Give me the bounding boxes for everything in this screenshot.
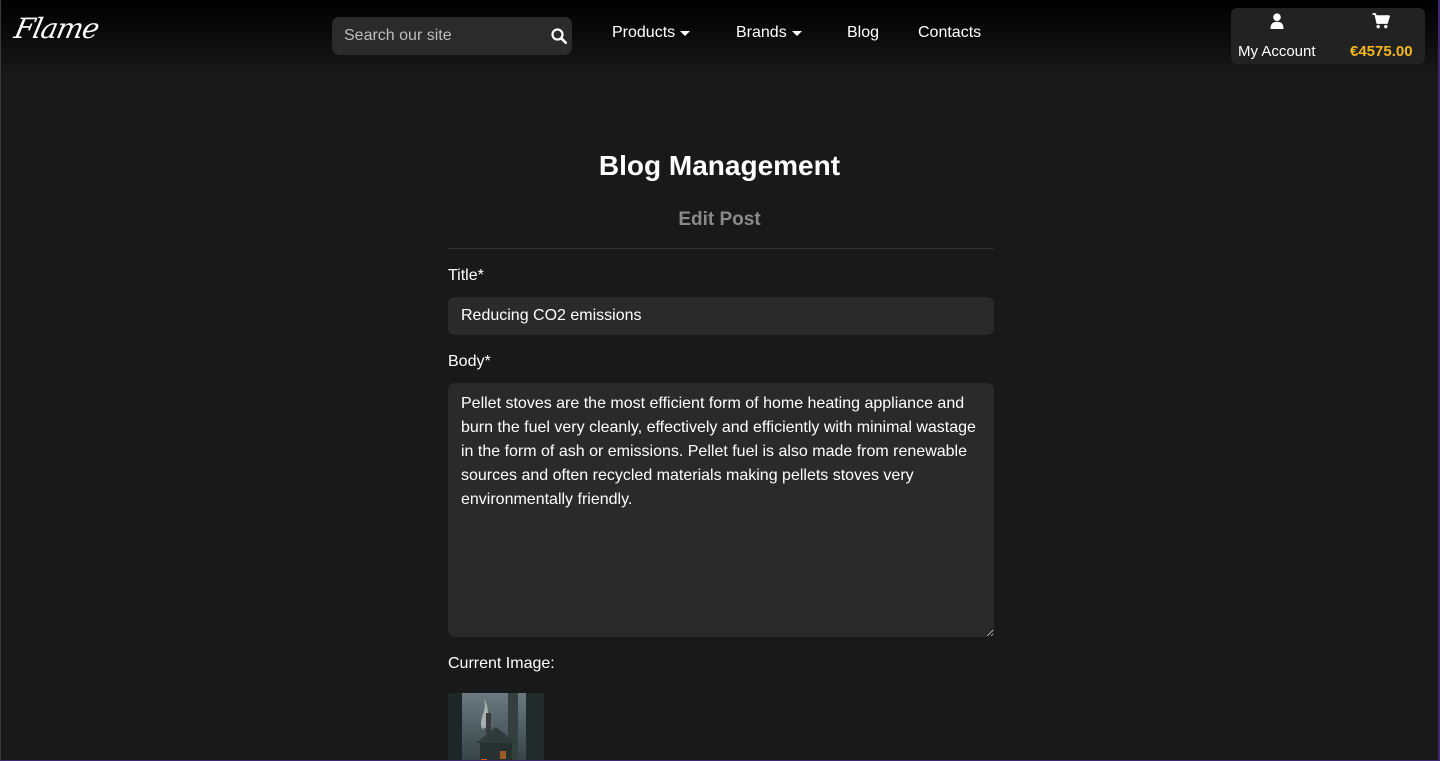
site-logo[interactable]: Flame [11,12,101,45]
search-icon[interactable] [551,27,567,45]
nav-brands[interactable]: Brands [736,24,802,42]
user-icon [1270,13,1284,34]
my-account-label: My Account [1238,43,1316,60]
nav-blog[interactable]: Blog [847,24,879,42]
title-input[interactable] [448,297,994,335]
cart-link[interactable]: €4575.00 [1350,13,1413,60]
my-account-link[interactable]: My Account [1238,13,1316,60]
body-label: Body* [448,353,491,370]
nav-products-label: Products [612,24,676,41]
current-image-thumbnail [448,693,544,760]
account-cart-panel: My Account €4575.00 [1231,8,1425,64]
divider [448,248,994,249]
search-bar [332,17,572,55]
chevron-down-icon [791,31,802,36]
cart-total: €4575.00 [1350,43,1413,60]
cart-icon [1372,13,1391,34]
page: Flame Products Brands Blog Contacts [0,0,1440,761]
site-header: Flame Products Brands Blog Contacts [1,0,1438,76]
body-textarea[interactable]: Pellet stoves are the most efficient for… [448,383,994,637]
page-title: Blog Management [598,150,841,181]
page-subtitle: Edit Post [678,209,761,230]
chevron-down-icon [680,31,691,36]
current-image-label: Current Image: [448,655,555,672]
nav-brands-label: Brands [736,24,787,41]
nav-contacts[interactable]: Contacts [918,24,981,42]
title-label: Title* [448,267,484,284]
nav-products[interactable]: Products [612,24,691,42]
search-input[interactable] [344,27,551,45]
